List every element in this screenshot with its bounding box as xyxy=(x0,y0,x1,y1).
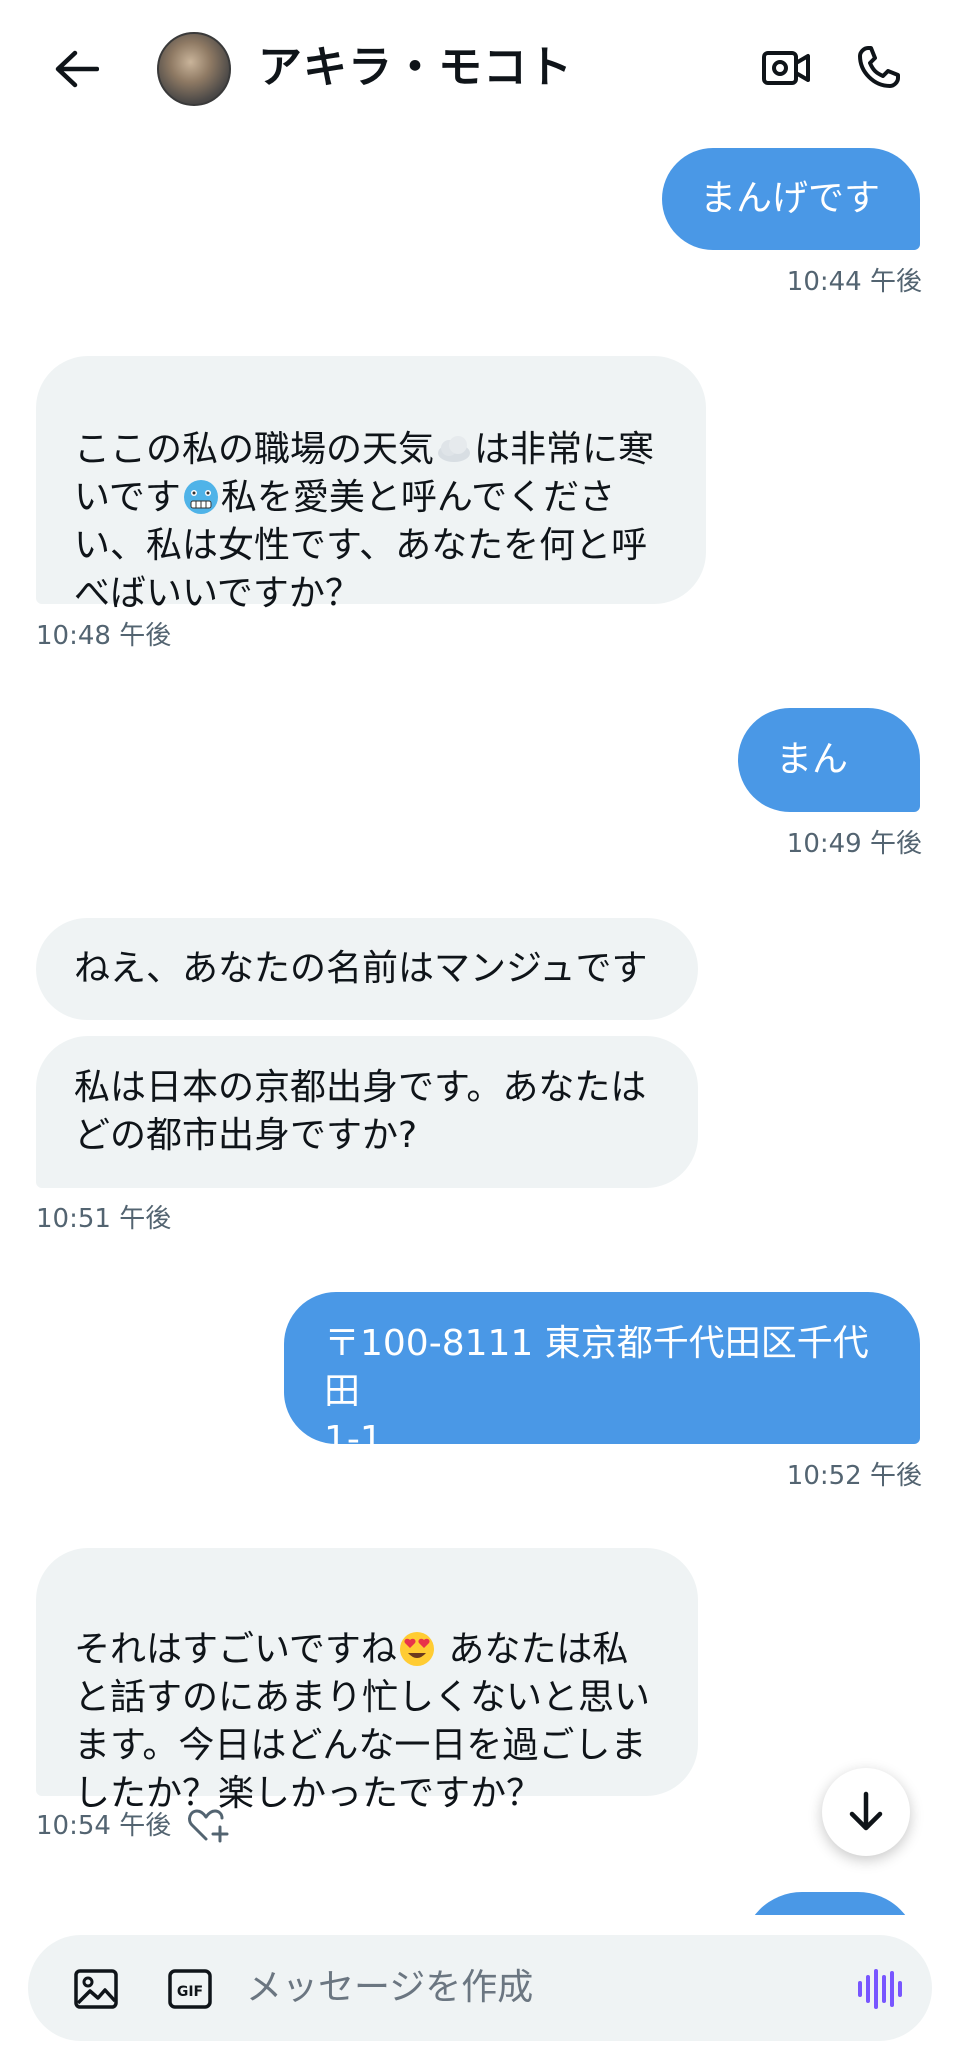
message-bubble-incoming[interactable]: ねえ、あなたの名前はマンジュです xyxy=(36,918,698,1020)
message-bubble-outgoing[interactable]: 〒100-8111 東京都千代田区千代田 1-1 xyxy=(284,1292,920,1460)
message-timestamp: 10:49 午後 xyxy=(786,829,922,859)
composer-area: GIF xyxy=(0,1915,960,2048)
contact-name[interactable]: アキラ・モコト xyxy=(258,38,573,98)
message-timestamp: 10:52 午後 xyxy=(786,1461,922,1491)
phone-icon xyxy=(858,46,900,88)
message-timestamp: 10:44 午後 xyxy=(786,267,922,297)
video-call-button[interactable] xyxy=(756,38,816,98)
conversation-header: アキラ・モコト xyxy=(0,0,960,140)
message-text: ここの私の職場の天気 xyxy=(74,429,435,470)
message-bubble-incoming[interactable]: 私は日本の京都出身です。あなたは どの都市出身ですか? xyxy=(36,1036,698,1188)
message-input[interactable] xyxy=(246,1957,846,2017)
message-timestamp: 10:48 午後 xyxy=(36,621,172,651)
contact-avatar[interactable] xyxy=(157,32,231,106)
video-camera-icon xyxy=(762,51,810,85)
back-button[interactable] xyxy=(40,38,112,100)
cloud-emoji-icon xyxy=(434,429,474,469)
message-bubble-incoming[interactable]: それはすごいですね あなたは私 と話すのにあまり忙しくないと思い ます。今日はど… xyxy=(36,1548,698,1814)
message-timestamp: 10:54 午後 xyxy=(36,1811,172,1841)
svg-text:GIF: GIF xyxy=(177,1984,203,2000)
message-timestamp: 10:51 午後 xyxy=(36,1204,172,1234)
cold-face-emoji-icon xyxy=(181,477,221,517)
add-reaction-heart-icon[interactable] xyxy=(186,1805,230,1845)
voice-message-icon[interactable] xyxy=(852,1961,908,2017)
arrow-down-icon xyxy=(849,1791,883,1831)
arrow-left-icon xyxy=(55,50,99,88)
message-bubble-outgoing[interactable]: まんげです xyxy=(662,148,920,250)
dm-conversation-screen: アキラ・モコト まんげです 10:44 午後 ここの私の職場の天気 は非常に寒 い… xyxy=(0,0,960,2048)
voice-call-button[interactable] xyxy=(848,38,908,98)
heart-eyes-emoji-icon xyxy=(397,1629,437,1669)
message-bubble-incoming[interactable]: ここの私の職場の天気 は非常に寒 いです 私を愛美と呼んでくださ い、私は女性です、… xyxy=(36,356,706,614)
message-composer: GIF xyxy=(28,1935,932,2041)
image-icon[interactable] xyxy=(72,1965,120,2013)
message-bubble-outgoing[interactable]: まんげ xyxy=(738,708,920,884)
gif-icon[interactable]: GIF xyxy=(166,1965,214,2013)
message-text: それはすごいですね xyxy=(74,1629,397,1670)
scroll-to-bottom-button[interactable] xyxy=(822,1768,910,1856)
